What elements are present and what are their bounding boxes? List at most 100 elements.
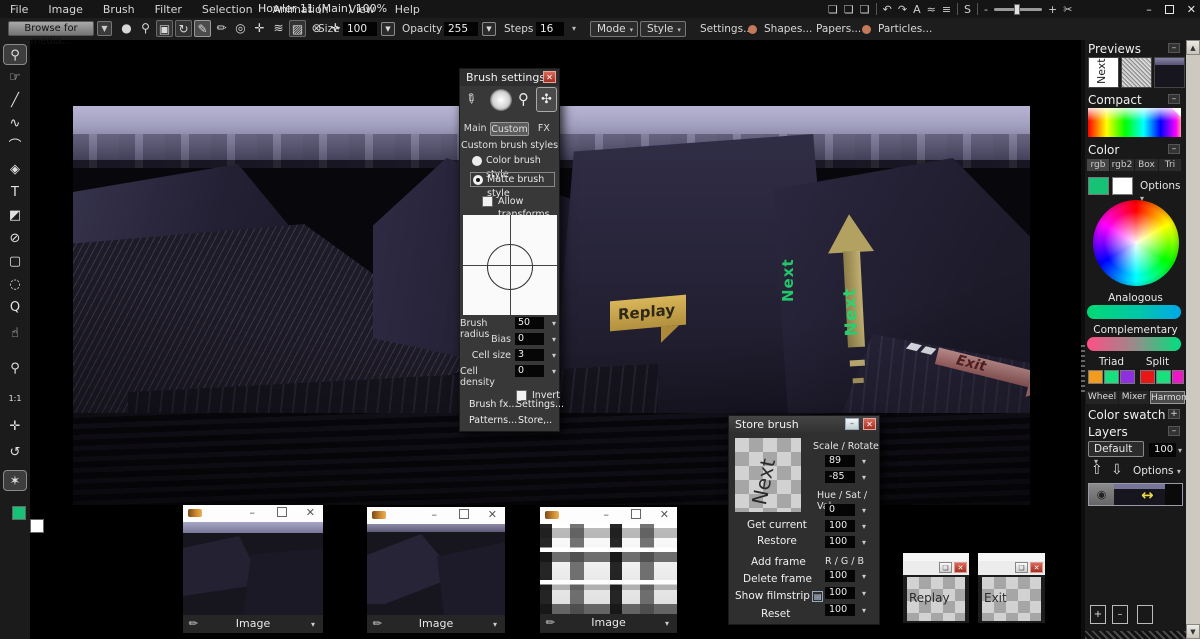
layer-mode-dropdown[interactable]: Default ▾ (1088, 441, 1144, 457)
lasso-tool-button[interactable]: Q (3, 297, 27, 318)
line-tool-button[interactable]: ╱ (3, 90, 27, 111)
zoom-in-button[interactable]: + (1048, 3, 1057, 16)
gradient-tool-button[interactable]: ◩ (3, 205, 27, 226)
color-swatch-header[interactable]: Color swatch (1088, 408, 1165, 422)
replay-brush-preview[interactable]: Replay (907, 577, 965, 621)
maximize-icon[interactable] (631, 509, 641, 519)
custom-brush-icon[interactable]: ✣ (536, 87, 557, 112)
tab-fx[interactable]: FX (529, 122, 559, 136)
triad-swatch-3[interactable] (1120, 370, 1135, 384)
tab-mixer[interactable]: Mixer (1119, 391, 1149, 404)
delete-frame-button[interactable]: Delete frame (743, 573, 812, 585)
image-window-titlebar[interactable]: – ✕ (540, 507, 677, 524)
dropdown-arrow-icon[interactable]: ▾ (862, 538, 866, 547)
swirl-icon[interactable]: ◎ (232, 20, 249, 37)
dropdown-arrow-icon[interactable]: ▾ (862, 457, 866, 466)
radio-icon[interactable] (473, 175, 483, 185)
background-color-swatch[interactable] (30, 519, 44, 533)
close-icon[interactable]: ✕ (543, 71, 556, 83)
dropdown-arrow-icon[interactable]: ▾ (1178, 446, 1182, 455)
zoom-100-tool-button[interactable]: 1:1 (3, 388, 27, 409)
dropdown-arrow-icon[interactable]: ▾ (311, 620, 315, 629)
zoom-slider-thumb[interactable] (1014, 4, 1020, 15)
minimize-icon[interactable]: – (604, 508, 610, 521)
shapes-color-dot[interactable] (748, 25, 757, 34)
restore-icon[interactable]: ❏ (1015, 562, 1028, 573)
cell-density-input[interactable]: 0 (515, 365, 544, 377)
grab-tool-button[interactable]: ☝ (3, 323, 27, 344)
menu-help[interactable]: Help (385, 3, 430, 16)
close-icon[interactable]: ✕ (954, 562, 967, 573)
rect-select-tool-button[interactable]: ▢ (3, 251, 27, 272)
shapes-button[interactable]: Shapes... (764, 23, 812, 35)
expand-icon[interactable]: + (1168, 409, 1180, 419)
split-swatch-1[interactable] (1140, 370, 1155, 384)
dropdown-arrow-icon[interactable]: ▾ (493, 620, 497, 629)
color-options-dropdown[interactable]: Options ▾ (1140, 180, 1186, 204)
get-current-button[interactable]: Get current (747, 519, 807, 531)
primary-color-swatch[interactable] (1088, 177, 1109, 195)
menu-selection[interactable]: Selection (192, 3, 263, 16)
close-icon[interactable]: ✕ (1030, 562, 1043, 573)
hue-input[interactable]: 0 (825, 504, 855, 516)
maximize-icon[interactable] (277, 507, 287, 517)
shape-tool-button[interactable]: ⊘ (3, 228, 27, 249)
layer-opacity-input[interactable]: 100 (1149, 443, 1176, 457)
store-button[interactable]: Store,.. (518, 415, 552, 426)
patterns-button[interactable]: Patterns... (469, 415, 517, 426)
scissors-icon[interactable]: ✂ (1063, 3, 1072, 16)
collapse-icon[interactable]: – (1168, 144, 1180, 154)
zoom-slider[interactable] (994, 8, 1042, 11)
menu-image[interactable]: Image (38, 3, 92, 16)
particles-button[interactable]: Particles... (878, 23, 932, 35)
soft-dot-icon[interactable]: ● (118, 20, 135, 37)
tab-rgb[interactable]: rgb (1087, 159, 1109, 171)
clone-icon[interactable]: ❏ (828, 3, 838, 16)
blue-input[interactable]: 100 (825, 604, 855, 616)
opacity-dropdown[interactable]: ▼ (482, 22, 496, 36)
close-icon[interactable]: ✕ (488, 508, 497, 521)
secondary-color-swatch[interactable] (1112, 177, 1133, 195)
minimize-icon[interactable]: – (250, 506, 256, 519)
brush-shape-preview[interactable] (463, 215, 557, 315)
minimize-icon[interactable]: – (845, 418, 859, 430)
star-tool-button[interactable]: ✶ (3, 470, 27, 491)
tab-main[interactable]: Main (460, 122, 490, 136)
zoom-out-button[interactable]: - (984, 3, 988, 16)
layer-row[interactable]: ◉ (1088, 483, 1183, 506)
brush-tool-button[interactable]: ⚲ (3, 44, 27, 65)
size-dropdown[interactable]: ▼ (381, 22, 395, 36)
smear-tool-button[interactable]: ☞ (3, 67, 27, 88)
sat-input[interactable]: 100 (825, 520, 855, 532)
allow-transforms-checkbox[interactable]: Allow transforms (482, 195, 559, 209)
radio-icon[interactable] (472, 156, 482, 166)
settings-button[interactable]: Settings... (700, 23, 753, 35)
color-header[interactable]: Color (1088, 143, 1119, 157)
image-thumbnail[interactable] (183, 522, 323, 615)
steps-input[interactable]: 16 (536, 22, 564, 36)
undo-icon[interactable]: ↶ (883, 3, 892, 16)
brush-settings-titlebar[interactable]: Brush settings ✕ (460, 69, 559, 86)
stored-brush-preview[interactable]: Next (735, 438, 801, 512)
dropdown-arrow-icon[interactable]: ▾ (665, 619, 669, 628)
dropdown-arrow-icon[interactable]: ▾ (552, 351, 556, 360)
preview-thumb-paper[interactable] (1121, 57, 1152, 88)
panel-resize-hatch[interactable] (1085, 631, 1186, 639)
matte-brush-style-radio[interactable]: Matte brush style (470, 172, 555, 187)
layer-up-icon[interactable]: ⇧ (1091, 462, 1103, 478)
layer-thumbnail[interactable] (1114, 484, 1165, 505)
remove-layer-icon[interactable]: – (1112, 605, 1128, 624)
dropdown-arrow-icon[interactable]: ▾ (862, 589, 866, 598)
foreground-color-swatch[interactable] (12, 506, 26, 520)
menu-brush[interactable]: Brush (93, 3, 145, 16)
curve-tool-button[interactable]: ∿ (3, 113, 27, 134)
close-icon[interactable]: ✕ (306, 506, 315, 519)
dropdown-arrow-icon[interactable]: ▾ (552, 335, 556, 344)
spline-icon[interactable]: S (964, 3, 971, 16)
image-thumbnail[interactable] (367, 524, 505, 615)
magnifier-tool-button[interactable]: ⚲ (3, 358, 27, 379)
red-input[interactable]: 100 (825, 570, 855, 582)
fill-tool-button[interactable]: ◈ (3, 159, 27, 180)
list-icon[interactable]: ≡ (942, 3, 951, 16)
brush-tip-icon[interactable]: ⚲ (137, 20, 154, 37)
